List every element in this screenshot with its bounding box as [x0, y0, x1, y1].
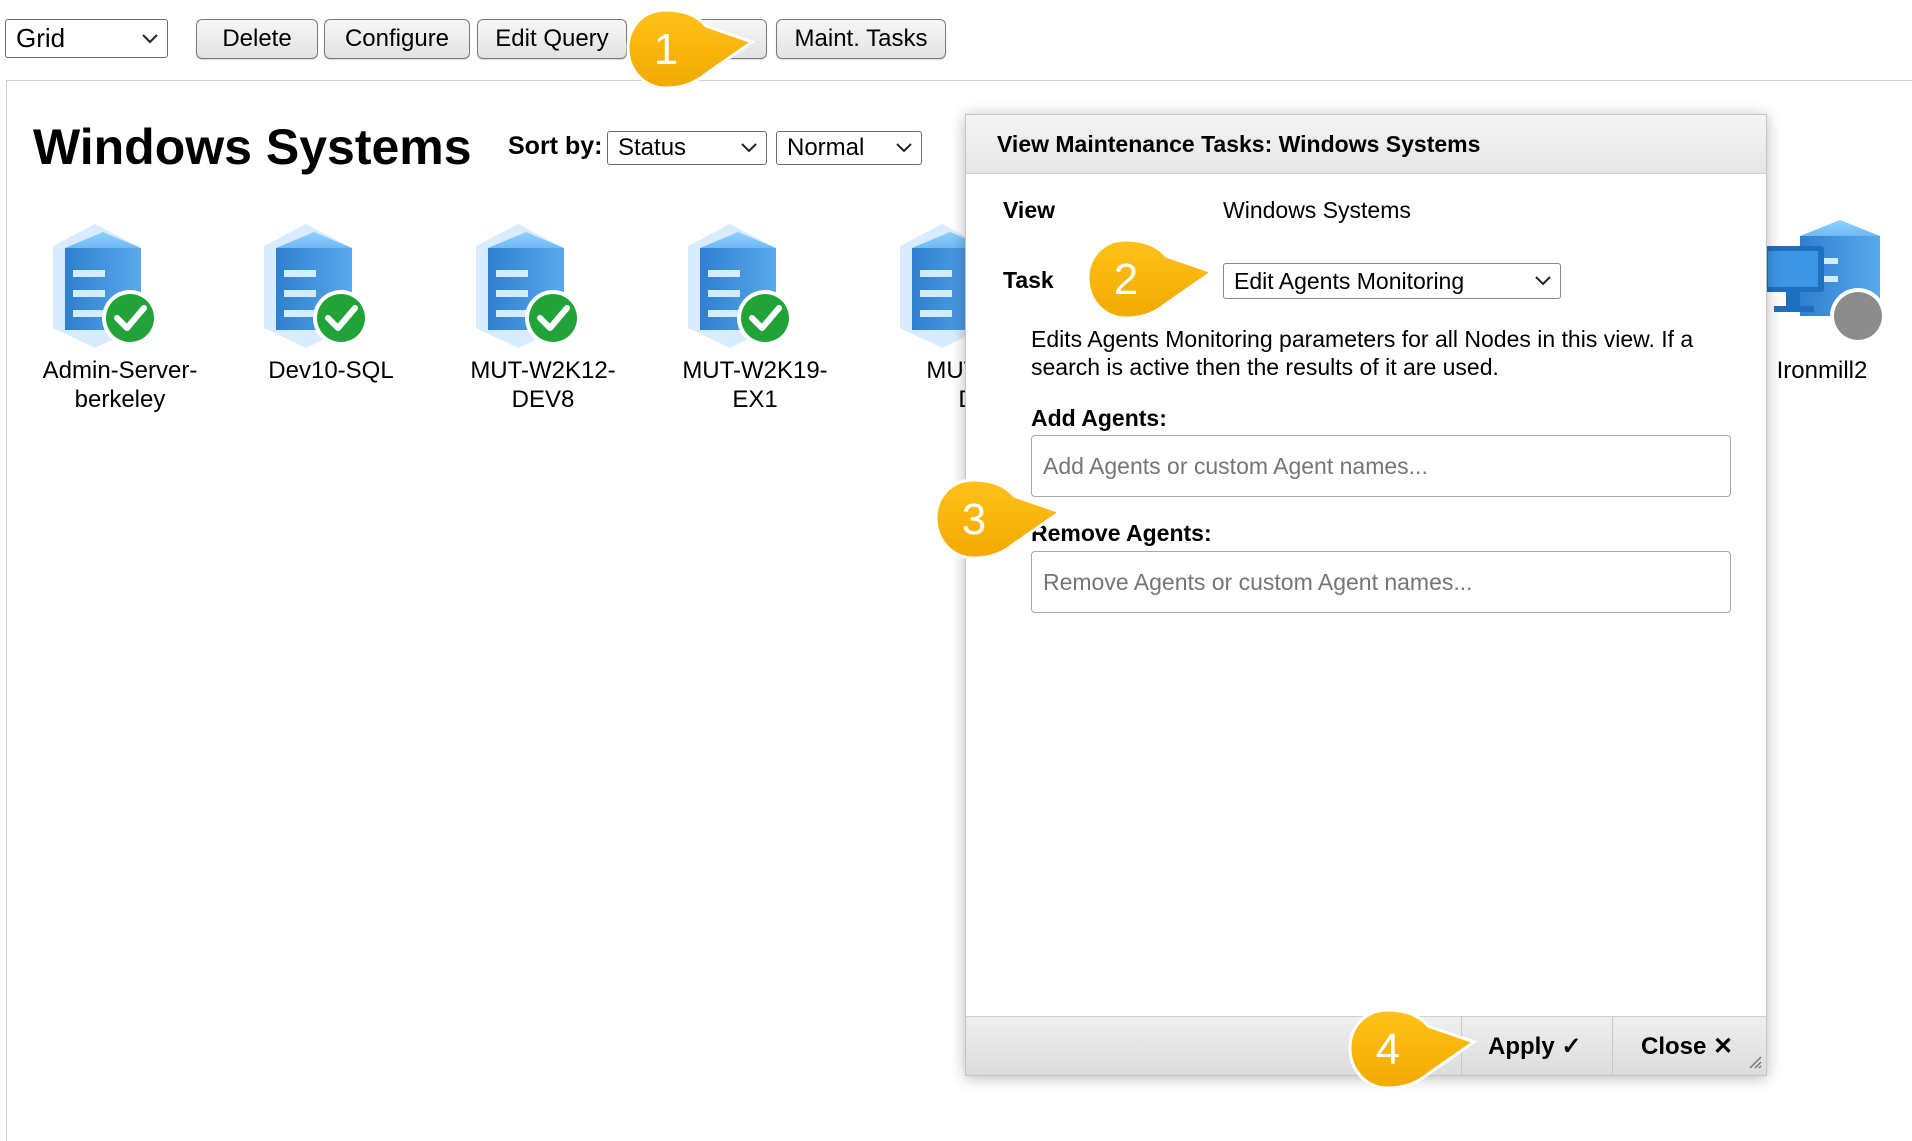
workstation-icon: [1762, 220, 1886, 344]
callout-marker-4: 4: [1348, 1008, 1478, 1090]
node-label: Ironmill2: [1776, 357, 1868, 384]
server-icon: [264, 224, 369, 348]
add-agents-label: Add Agents:: [1031, 405, 1167, 431]
chevron-down-icon: [142, 33, 158, 43]
callout-marker-3: 3: [934, 478, 1064, 560]
callout-marker-1: 1: [626, 8, 756, 90]
sort-select[interactable]: Status: [607, 131, 767, 165]
svg-text:4: 4: [1376, 1025, 1400, 1074]
server-icon: [688, 224, 793, 348]
node-label: Dev10-SQL: [268, 357, 394, 384]
add-agents-field[interactable]: [1031, 435, 1731, 497]
size-select-value: Normal: [787, 134, 865, 161]
node-label: MUT-W2K19- EX1: [682, 357, 828, 413]
view-select[interactable]: Grid: [5, 19, 168, 58]
resize-grip-icon[interactable]: [1748, 1055, 1762, 1069]
remove-agents-field[interactable]: [1031, 551, 1731, 613]
view-select-value: Grid: [16, 23, 66, 53]
chevron-down-icon: [741, 143, 757, 153]
view-value: Windows Systems: [1223, 197, 1411, 223]
maint-tasks-button[interactable]: Maint. Tasks: [776, 19, 946, 59]
page-title: Windows Systems: [33, 119, 472, 175]
delete-button[interactable]: Delete: [196, 19, 318, 59]
chevron-down-icon: [896, 143, 912, 153]
size-select[interactable]: Normal: [776, 131, 922, 165]
callout-marker-2: 2: [1086, 238, 1216, 320]
edit-query-button[interactable]: Edit Query: [477, 19, 627, 59]
dialog-title: View Maintenance Tasks: Windows Systems: [997, 131, 1481, 157]
dialog-header[interactable]: View Maintenance Tasks: Windows Systems: [966, 115, 1766, 174]
configure-button[interactable]: Configure: [324, 19, 470, 59]
chevron-down-icon: [1535, 276, 1551, 286]
server-icon: [476, 224, 581, 348]
sort-by-label: Sort by:: [508, 132, 603, 160]
sort-select-value: Status: [618, 134, 687, 161]
view-label: View: [1003, 197, 1055, 223]
svg-text:2: 2: [1114, 255, 1138, 304]
add-agents-input[interactable]: [1032, 436, 1730, 496]
task-label: Task: [1003, 267, 1054, 293]
close-button[interactable]: Close ✕: [1641, 1017, 1733, 1075]
apply-button[interactable]: Apply ✓: [1488, 1017, 1581, 1075]
node-label: MUT-W2K12- DEV8: [470, 357, 616, 413]
footer-divider: [1612, 1017, 1613, 1075]
node-label: Admin-Server-berkeley: [42, 357, 198, 413]
task-select-value: Edit Agents Monitoring: [1234, 267, 1465, 294]
server-icon: [53, 224, 158, 348]
svg-text:1: 1: [654, 25, 678, 74]
task-select[interactable]: Edit Agents Monitoring: [1223, 263, 1561, 299]
svg-text:3: 3: [962, 495, 986, 544]
remove-agents-input[interactable]: [1032, 552, 1730, 612]
